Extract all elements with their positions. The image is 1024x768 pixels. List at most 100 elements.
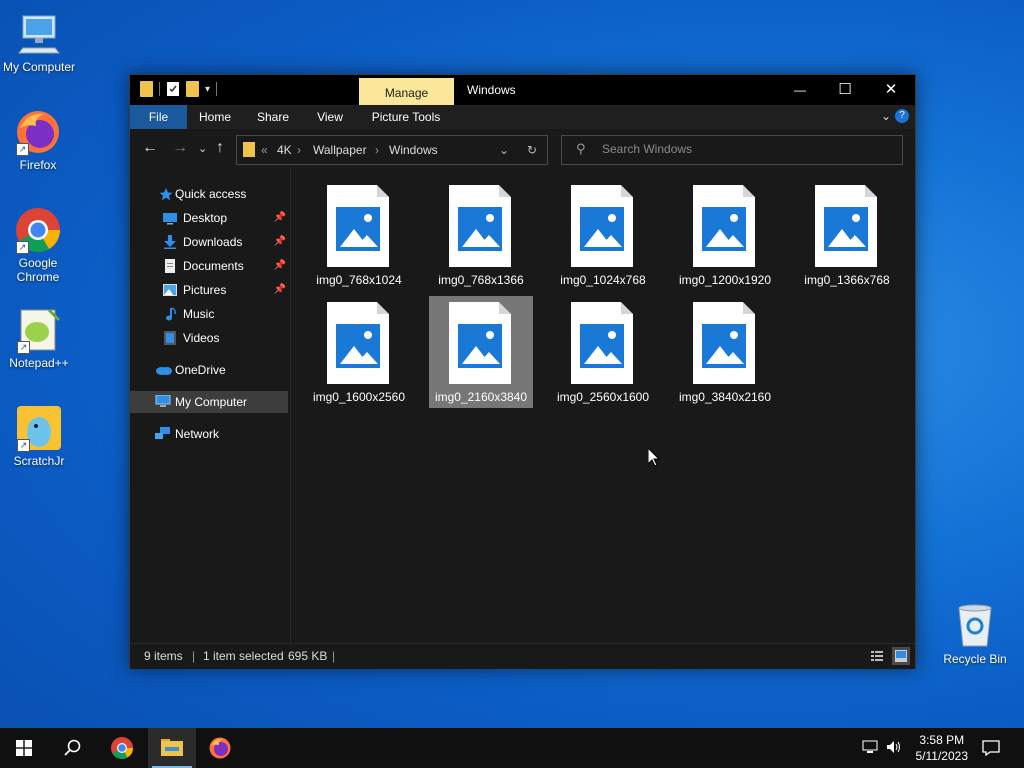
desktop-icon-my-computer[interactable]: My Computer — [1, 10, 77, 74]
minimize-button[interactable]: — — [777, 75, 823, 105]
tab-share[interactable]: Share — [251, 105, 295, 129]
desktop-icon-label: My Computer — [2, 60, 76, 74]
file-name: img0_768x1024 — [316, 273, 402, 287]
desktop-icon-recycle-bin[interactable]: Recycle Bin — [937, 602, 1013, 666]
title-bar: ▾ Manage Windows — ☐ ✕ — [130, 75, 915, 105]
nav-pictures[interactable]: Pictures 📌 — [130, 279, 288, 301]
taskbar-chrome[interactable] — [98, 728, 146, 768]
status-divider: | — [332, 649, 336, 663]
expand-ribbon-icon[interactable]: ⌄ — [881, 109, 891, 123]
details-view-icon[interactable] — [870, 649, 884, 663]
nav-documents[interactable]: Documents 📌 — [130, 255, 288, 277]
status-selected: 1 item selected — [203, 649, 284, 663]
file-item[interactable]: img0_768x1024 — [307, 179, 411, 291]
desktop-icon-firefox[interactable]: ↗ Firefox — [0, 108, 76, 172]
scratchjr-icon: ↗ — [15, 404, 63, 452]
desktop-icon-scratchjr[interactable]: ↗ ScratchJr — [1, 404, 77, 468]
image-file-icon — [693, 302, 755, 384]
network-tray-icon[interactable] — [862, 740, 879, 757]
nav-videos[interactable]: Videos — [130, 327, 288, 349]
quick-access-toolbar: ▾ — [140, 81, 218, 97]
file-item[interactable]: img0_1024x768 — [551, 179, 655, 291]
file-item[interactable]: img0_2560x1600 — [551, 296, 655, 408]
image-file-icon — [327, 185, 389, 267]
file-name: img0_3840x2160 — [678, 390, 772, 404]
nav-onedrive[interactable]: OneDrive — [130, 359, 288, 381]
file-item[interactable]: img0_1600x2560 — [307, 296, 411, 408]
search-box[interactable]: ⚲ — [561, 135, 903, 165]
file-name: img0_2160x3840 — [434, 390, 528, 404]
refresh-icon[interactable]: ↻ — [527, 143, 537, 157]
network-icon — [155, 427, 170, 439]
desktop-icon-notepadpp[interactable]: ↗ Notepad++ — [1, 306, 77, 370]
search-taskbar-button[interactable] — [48, 728, 96, 768]
desktop-icon-label: Recycle Bin — [943, 652, 1007, 666]
separator — [159, 82, 160, 96]
system-clock[interactable]: 3:58 PM 5/11/2023 — [916, 732, 969, 764]
taskbar-firefox[interactable] — [196, 728, 244, 768]
nav-network[interactable]: Network — [130, 423, 288, 445]
tab-home[interactable]: Home — [193, 105, 237, 129]
image-file-icon — [815, 185, 877, 267]
image-file-icon — [571, 185, 633, 267]
notification-icon — [982, 740, 1000, 756]
folder-icon — [140, 81, 153, 97]
nav-label: Music — [183, 307, 215, 321]
document-icon — [165, 259, 175, 273]
chrome-icon — [111, 737, 133, 759]
nav-music[interactable]: Music — [130, 303, 288, 325]
start-button[interactable] — [0, 728, 48, 768]
maximize-button[interactable]: ☐ — [822, 75, 868, 105]
address-bar[interactable]: « 4K › Wallpaper › Windows ⌄ ↻ — [236, 135, 548, 165]
breadcrumb-4k[interactable]: 4K — [277, 143, 292, 157]
file-item[interactable]: img0_1200x1920 — [673, 179, 777, 291]
desktop-icon-chrome[interactable]: ↗ Google Chrome — [0, 206, 76, 284]
ribbon-tabs: File Home Share View Picture Tools ⌄ ? — [130, 105, 915, 217]
nav-label: Quick access — [175, 187, 247, 201]
close-button[interactable]: ✕ — [868, 75, 914, 105]
search-input[interactable] — [600, 141, 894, 157]
action-center-button[interactable] — [968, 728, 1014, 768]
new-folder-icon[interactable] — [186, 81, 199, 97]
file-name: img0_1366x768 — [804, 273, 890, 287]
clock-time: 3:58 PM — [919, 733, 965, 747]
forward-button[interactable]: → — [172, 139, 188, 157]
manage-tab[interactable]: Manage — [359, 78, 454, 105]
properties-icon[interactable] — [166, 81, 180, 97]
recycle-bin-icon — [951, 602, 999, 650]
taskbar-file-explorer[interactable] — [148, 728, 196, 768]
music-icon — [166, 307, 176, 321]
file-name: img0_1600x2560 — [312, 390, 406, 404]
file-item[interactable]: img0_1366x768 — [795, 179, 899, 291]
breadcrumb-windows[interactable]: Windows — [389, 143, 438, 157]
tab-picture-tools[interactable]: Picture Tools — [362, 105, 450, 129]
address-dropdown-icon[interactable]: ⌄ — [499, 143, 509, 157]
up-button[interactable]: ↑ — [216, 139, 224, 157]
desktop-icon-label: ScratchJr — [13, 454, 65, 468]
file-name: img0_2560x1600 — [556, 390, 650, 404]
back-button[interactable]: ← — [142, 139, 158, 157]
breadcrumb-sep: › — [297, 143, 301, 157]
customize-qat-icon[interactable]: ▾ — [205, 84, 210, 95]
file-item[interactable]: img0_2160x3840 — [429, 296, 533, 408]
volume-tray-icon[interactable] — [886, 740, 902, 757]
image-file-icon — [571, 302, 633, 384]
status-divider: | — [192, 649, 196, 663]
nav-desktop[interactable]: Desktop 📌 — [130, 207, 288, 229]
breadcrumb-wallpaper[interactable]: Wallpaper — [313, 143, 367, 157]
file-item[interactable]: img0_3840x2160 — [673, 296, 777, 408]
tab-view[interactable]: View — [308, 105, 352, 129]
search-icon — [64, 739, 81, 756]
recent-locations-button[interactable]: ⌄ — [198, 142, 207, 155]
pin-icon: 📌 — [273, 236, 286, 247]
address-overflow[interactable]: « — [261, 143, 268, 157]
help-icon[interactable]: ? — [895, 109, 909, 123]
nav-quick-access[interactable]: Quick access — [130, 183, 288, 205]
file-name: img0_1200x1920 — [678, 273, 772, 287]
nav-my-computer[interactable]: My Computer — [130, 391, 288, 413]
pin-icon: 📌 — [273, 260, 286, 271]
nav-label: OneDrive — [175, 363, 226, 377]
large-icons-view-icon[interactable] — [892, 647, 910, 665]
file-item[interactable]: img0_768x1366 — [429, 179, 533, 291]
nav-downloads[interactable]: Downloads 📌 — [130, 231, 288, 253]
